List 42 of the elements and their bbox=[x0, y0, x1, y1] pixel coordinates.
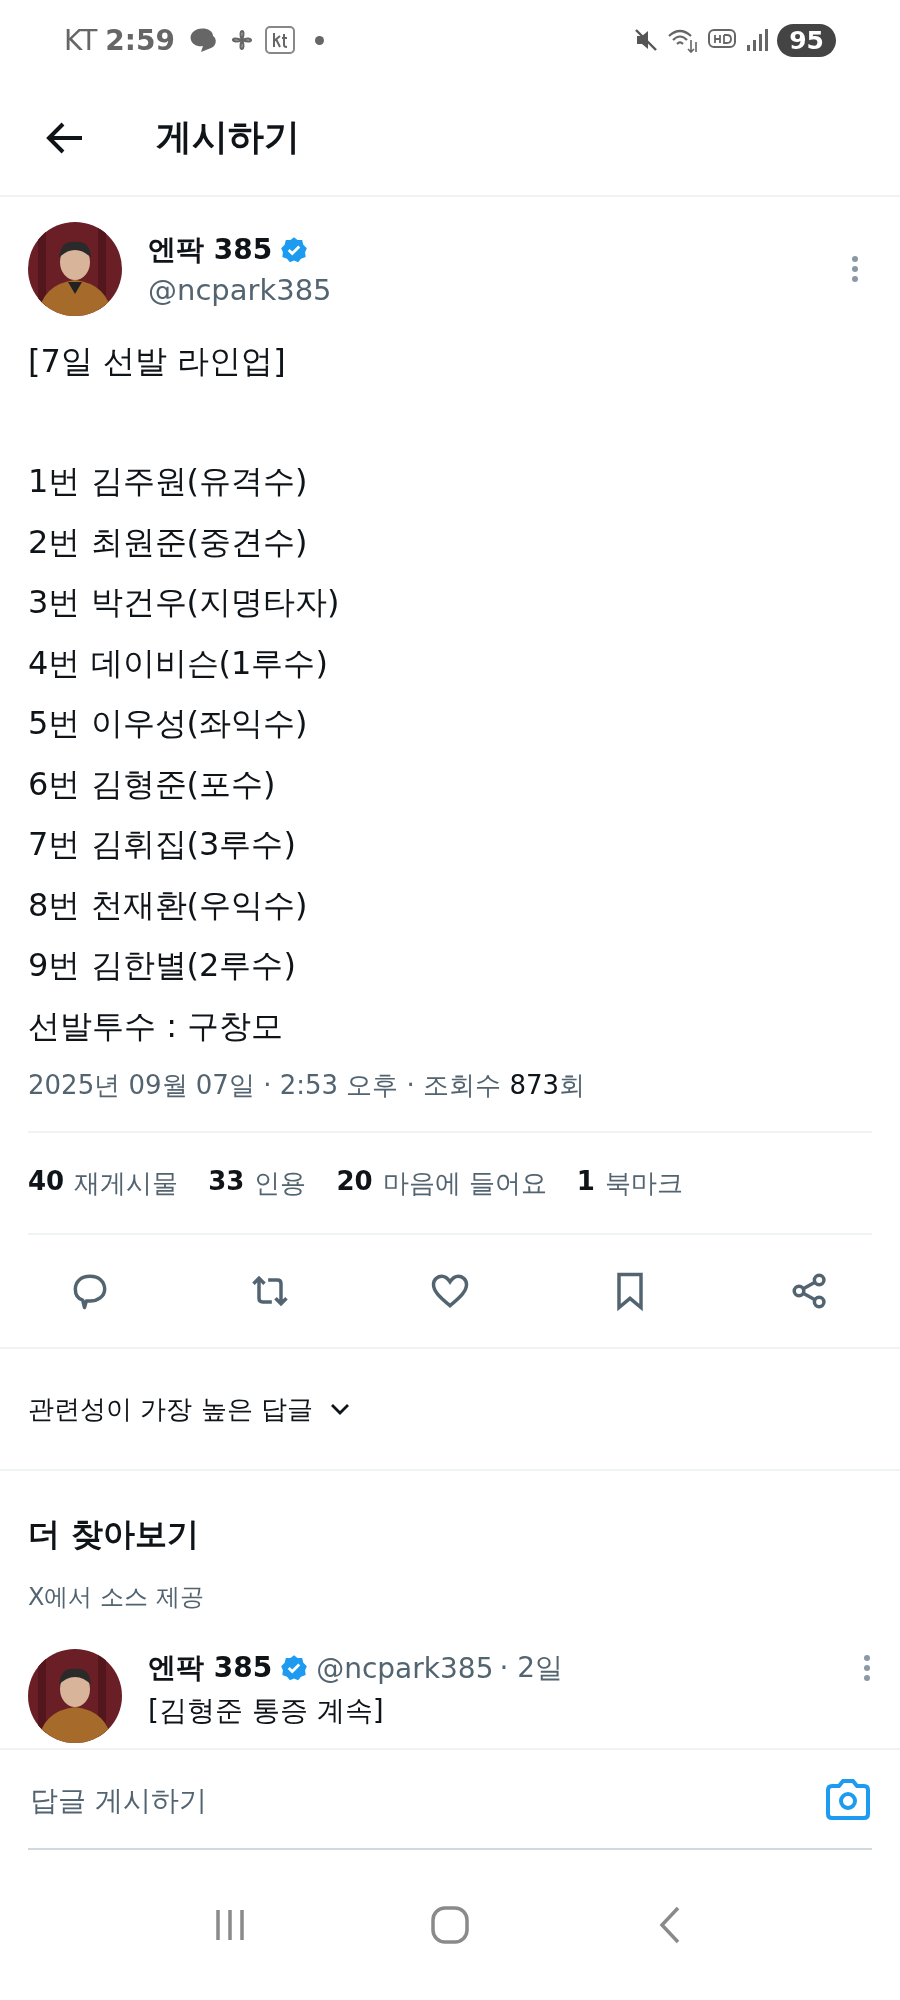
reply-sort-dropdown[interactable]: 관련성이 가장 높은 답글 bbox=[0, 1347, 900, 1471]
stat-count[interactable]: 40 bbox=[28, 1165, 65, 1201]
signal-icon bbox=[745, 27, 770, 53]
carrier-badge bbox=[264, 26, 295, 54]
post-text: 9번 김한별(2루수) bbox=[28, 945, 297, 986]
stat-label[interactable]: 북마크 bbox=[604, 1165, 683, 1201]
stat-count[interactable]: 20 bbox=[336, 1165, 373, 1201]
post-timestamp: 2025년 09월 07일 · 2:53 오후 · 조회수 873회 bbox=[28, 1068, 872, 1133]
more-options-icon[interactable] bbox=[850, 254, 860, 284]
post-text: [7일 선발 라인업] bbox=[28, 341, 287, 382]
stat-count[interactable]: 33 bbox=[208, 1165, 245, 1201]
camera-icon[interactable] bbox=[824, 1778, 872, 1822]
stat-label[interactable]: 인용 bbox=[254, 1165, 307, 1201]
reply-input-field[interactable]: 답글 게시하기 bbox=[28, 1782, 812, 1818]
post-text: [김형준 통증 계속] bbox=[148, 1693, 385, 1729]
author-handle[interactable]: @ncpark385 bbox=[148, 273, 824, 307]
post-text: 1번 김주원(유격수) bbox=[28, 461, 309, 502]
carrier-name: KT bbox=[64, 23, 98, 57]
section-subtitle: X에서 소스 제공 bbox=[28, 1582, 205, 1613]
post-age: · 2일 bbox=[499, 1650, 564, 1686]
page-title: 게시하기 bbox=[156, 115, 300, 159]
section-title: 더 찾아보기 bbox=[28, 1514, 201, 1555]
stat-label[interactable]: 재게시물 bbox=[74, 1165, 179, 1201]
author-handle[interactable]: @ncpark385 bbox=[316, 1651, 494, 1685]
post-text: 선발투수 : 구창모 bbox=[28, 1005, 285, 1047]
post-text: 7번 김휘집(3루수) bbox=[28, 824, 297, 865]
more-options-icon[interactable] bbox=[862, 1653, 872, 1683]
notification-dot bbox=[314, 35, 324, 45]
post-text: 8번 천재환(우익수) bbox=[28, 884, 309, 926]
post-text: 3번 박건우(지명타자) bbox=[28, 582, 341, 623]
stat-count[interactable]: 1 bbox=[576, 1165, 595, 1201]
author-name[interactable]: 엔팍 385 bbox=[148, 231, 273, 269]
stat-label[interactable]: 마음에 들어요 bbox=[382, 1165, 547, 1201]
battery-level: 95 bbox=[777, 23, 836, 57]
post-text: 6번 김형준(포수) bbox=[28, 763, 277, 805]
clock-time: 2:59 bbox=[105, 23, 175, 57]
author-name[interactable]: 엔팍 385 bbox=[148, 1649, 273, 1687]
home-icon[interactable] bbox=[430, 1905, 470, 1945]
post-text: 5번 이우성(좌익수) bbox=[28, 703, 309, 744]
chevron-down-icon bbox=[328, 1402, 351, 1416]
post-text: 2번 최원준(중견수) bbox=[28, 521, 309, 563]
post-text: 4번 데이비슨(1루수) bbox=[28, 642, 329, 684]
